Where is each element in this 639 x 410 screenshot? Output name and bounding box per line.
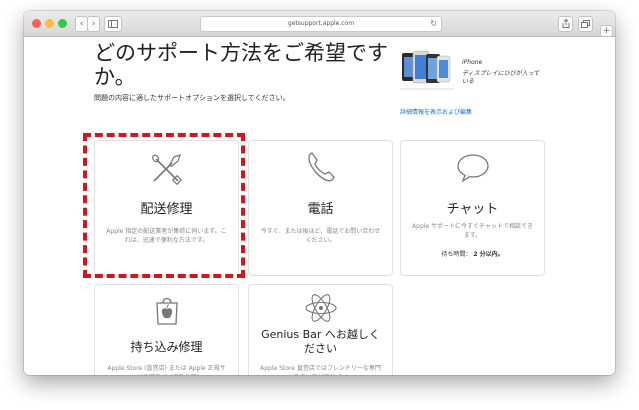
option-description: Apple Store 直営店ではフレンドリーな専門スタッフがアドバイ xyxy=(260,365,381,375)
chat-wait-time: 待ち時間： 2 分以内。 xyxy=(401,249,544,258)
option-title: 電話 xyxy=(307,202,334,217)
edit-details-link[interactable]: 詳細情報を表示および編集 xyxy=(400,107,472,116)
sidebar-button[interactable] xyxy=(104,16,122,32)
wait-time-label: 待ち時間： xyxy=(441,251,472,258)
option-card-phone[interactable]: 電話 今すぐ、または後ほど、電話でお問い合わせください。 xyxy=(248,140,393,276)
option-card-carry-in-repair[interactable]: 持ち込み修理 Apple Store (直営店) または Apple 正規サービ… xyxy=(94,284,239,375)
sidebar-icon xyxy=(108,20,118,28)
browser-window: ‹ › getsupport.apple.com ↻ + どのサポート方法をご希… xyxy=(24,11,615,375)
reload-icon[interactable]: ↻ xyxy=(430,17,437,31)
phone-icon xyxy=(307,152,335,182)
option-card-genius-bar[interactable]: Genius Bar へお越しください Apple Store 直営店ではフレン… xyxy=(248,284,393,375)
url-text: getsupport.apple.com xyxy=(287,20,355,27)
dashed-highlight-frame xyxy=(83,133,245,278)
apple-store-icon xyxy=(155,297,178,325)
plus-icon: + xyxy=(602,26,611,36)
product-name: iPhone xyxy=(462,59,483,66)
new-tab-button[interactable]: + xyxy=(600,25,613,37)
chat-bubble-icon xyxy=(456,154,489,183)
page-content: どのサポート方法をご希望ですか。 問題の内容に適したサポートオプションを選択して… xyxy=(24,37,615,375)
share-icon xyxy=(562,18,569,28)
option-card-chat[interactable]: チャット Apple サポートに今すぐチャットで相談できます。 待ち時間： 2 … xyxy=(400,140,545,276)
address-bar[interactable]: getsupport.apple.com ↻ xyxy=(200,16,442,32)
atom-icon xyxy=(304,294,337,322)
option-description: 今すぐ、または後ほど、電話でお問い合わせください。 xyxy=(260,228,381,244)
forward-button[interactable]: › xyxy=(87,16,100,32)
option-title: チャット xyxy=(446,202,499,217)
browser-toolbar: ‹ › getsupport.apple.com ↻ + xyxy=(24,11,615,37)
zoom-window-button[interactable] xyxy=(58,19,67,28)
option-description: Apple Store (直営店) または Apple 正規サービスプロバイダを… xyxy=(107,365,226,375)
share-button[interactable] xyxy=(558,16,573,32)
tabs-overview-button[interactable] xyxy=(578,16,593,32)
wait-time-value: 2 分以内。 xyxy=(473,251,504,258)
tabs-icon xyxy=(581,20,590,28)
iphone-product-image xyxy=(400,50,454,90)
option-title: Genius Bar へお越しください xyxy=(261,328,380,355)
product-issue: ディスプレイにひびが入っている xyxy=(462,70,540,85)
page-title: どのサポート方法をご希望ですか。 xyxy=(94,41,388,89)
chevron-left-icon: ‹ xyxy=(79,19,84,29)
option-description: Apple サポートに今すぐチャットで相談できます。 xyxy=(412,223,533,239)
close-window-button[interactable] xyxy=(32,19,41,28)
option-title: 持ち込み修理 xyxy=(130,340,203,354)
page-subtitle: 問題の内容に適したサポートオプションを選択してください。 xyxy=(94,94,290,102)
chevron-right-icon: › xyxy=(91,19,96,29)
minimize-window-button[interactable] xyxy=(45,19,54,28)
